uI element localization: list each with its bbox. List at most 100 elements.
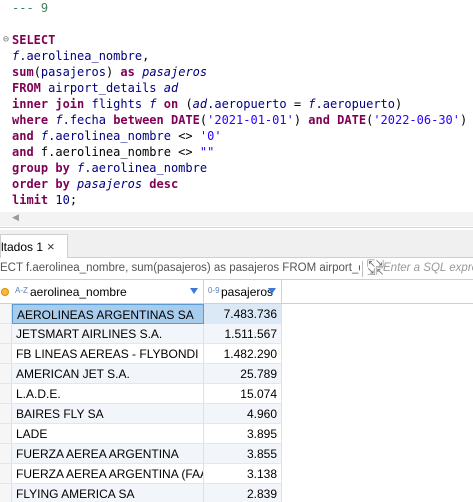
code-token: ( — [33, 65, 41, 79]
tab-results-1[interactable]: ltados 1 × — [0, 234, 68, 258]
code-line[interactable]: order by pasajeros desc — [0, 176, 473, 192]
code-token: airport_details — [48, 81, 157, 95]
code-token: .aerolinea_nombre — [19, 49, 143, 63]
sort-desc-icon[interactable] — [190, 288, 198, 294]
code-token: ad — [192, 97, 208, 111]
column-header-aerolinea-nombre[interactable]: A-Z aerolinea_nombre — [12, 280, 204, 304]
sql-filter-input[interactable]: Enter a SQL expre — [383, 262, 473, 274]
empty-grid-area — [282, 464, 473, 484]
code-token: ) — [105, 65, 121, 79]
row-header[interactable] — [0, 304, 12, 324]
collapse-icon[interactable]: ⊖ — [1, 32, 11, 48]
row-selector-icon[interactable] — [1, 288, 9, 296]
code-token: as — [120, 65, 135, 79]
cell-aerolinea-nombre[interactable]: FUERZA AEREA ARGENTINA — [12, 444, 204, 464]
cell-aerolinea-nombre[interactable]: FUERZA AEREA ARGENTINA (FAA) — [12, 464, 204, 484]
code-line[interactable]: where f.fecha between DATE('2021-01-01')… — [0, 112, 473, 128]
code-line[interactable]: --- 9 — [0, 0, 473, 16]
code-line[interactable]: sum(pasajeros) as pasajeros — [0, 64, 473, 80]
table-row[interactable]: FUERZA AEREA ARGENTINA (FAA) 3.138 — [0, 464, 473, 484]
row-header[interactable] — [0, 444, 12, 464]
row-header[interactable] — [0, 484, 12, 502]
cell-aerolinea-nombre[interactable]: BAIRES FLY SA — [12, 404, 204, 424]
empty-grid-area — [282, 364, 473, 384]
code-text: sum(pasajeros) as pasajeros — [12, 64, 207, 80]
code-line[interactable]: limit 10; — [0, 192, 473, 208]
code-line[interactable]: inner join flights f on (ad.aeropuerto =… — [0, 96, 473, 112]
code-token: ) — [293, 113, 309, 127]
code-text: f.aerolinea_nombre, — [12, 48, 149, 64]
row-header[interactable] — [0, 344, 12, 364]
cell-pasajeros[interactable]: 1.511.567 — [204, 324, 282, 344]
code-text: FROM airport_details ad — [12, 80, 178, 96]
code-line[interactable]: FROM airport_details ad — [0, 80, 473, 96]
cell-pasajeros[interactable]: 3.895 — [204, 424, 282, 444]
sort-desc-icon[interactable] — [268, 288, 276, 294]
grid-corner[interactable] — [0, 280, 12, 304]
cell-pasajeros[interactable]: 7.483.736 — [204, 304, 282, 324]
cell-pasajeros[interactable]: 2.839 — [204, 484, 282, 502]
code-token: = — [286, 97, 309, 111]
query-preview: ECT f.aerolinea_nombre, sum(pasajeros) a… — [0, 262, 360, 274]
empty-grid-area — [282, 444, 473, 464]
table-row[interactable]: FB LINEAS AEREAS - FLYBONDI 1.482.290 — [0, 344, 473, 364]
table-row[interactable]: FLYING AMERICA SA 2.839 — [0, 484, 473, 502]
code-line[interactable]: f.aerolinea_nombre, — [0, 48, 473, 64]
cell-pasajeros[interactable]: 1.482.290 — [204, 344, 282, 364]
editor-horizontal-scrollbar[interactable]: ◀ — [0, 212, 473, 226]
divider — [362, 261, 363, 277]
cell-pasajeros[interactable]: 3.855 — [204, 444, 282, 464]
cell-aerolinea-nombre[interactable]: JETSMART AIRLINES S.A. — [12, 324, 204, 344]
row-header[interactable] — [0, 464, 12, 484]
code-token: ) — [395, 97, 403, 111]
row-header[interactable] — [0, 364, 12, 384]
cell-aerolinea-nombre[interactable]: AEROLINEAS ARGENTINAS SA — [12, 304, 204, 324]
code-token: f.aerolinea_nombre <> — [33, 145, 200, 159]
row-header[interactable] — [0, 424, 12, 444]
cell-aerolinea-nombre[interactable]: L.A.D.E. — [12, 384, 204, 404]
code-token: "" — [199, 145, 215, 159]
cell-pasajeros[interactable]: 25.789 — [204, 364, 282, 384]
code-token: order by — [12, 177, 70, 191]
cell-aerolinea-nombre[interactable]: LADE — [12, 424, 204, 444]
code-token: , — [142, 49, 150, 63]
cell-pasajeros[interactable]: 15.074 — [204, 384, 282, 404]
table-row[interactable]: LADE 3.895 — [0, 424, 473, 444]
results-panel: ltados 1 × ECT f.aerolinea_nombre, sum(p… — [0, 230, 473, 502]
cell-pasajeros[interactable]: 3.138 — [204, 464, 282, 484]
close-tab-icon[interactable]: × — [47, 239, 55, 254]
cell-aerolinea-nombre[interactable]: AMERICAN JET S.A. — [12, 364, 204, 384]
code-token: on — [163, 97, 179, 111]
code-line[interactable]: group by f.aerolinea_nombre — [0, 160, 473, 176]
row-header[interactable] — [0, 384, 12, 404]
table-row[interactable]: AMERICAN JET S.A. 25.789 — [0, 364, 473, 384]
code-text: and f.aerolinea_nombre <> '0' — [12, 128, 222, 144]
code-line[interactable]: and f.aerolinea_nombre <> '0' — [0, 128, 473, 144]
results-tab-strip: ltados 1 × — [0, 230, 473, 258]
code-line[interactable]: and f.aerolinea_nombre <> "" — [0, 144, 473, 160]
row-header[interactable] — [0, 404, 12, 424]
table-row[interactable]: AEROLINEAS ARGENTINAS SA 7.483.736 — [0, 304, 473, 324]
results-grid[interactable]: A-Z aerolinea_nombre 0-9 pasajeros AEROL… — [0, 280, 473, 502]
code-token: and DATE — [308, 113, 367, 127]
code-token: desc — [149, 177, 179, 191]
table-row[interactable]: JETSMART AIRLINES S.A. 1.511.567 — [0, 324, 473, 344]
table-row[interactable]: FUERZA AEREA ARGENTINA 3.855 — [0, 444, 473, 464]
code-line[interactable]: ⊖ SELECT — [0, 32, 473, 48]
cell-aerolinea-nombre[interactable]: FLYING AMERICA SA — [12, 484, 204, 502]
expand-icon[interactable]: ⇱⇲ ⇲⇱ — [367, 260, 384, 278]
cell-aerolinea-nombre[interactable]: FB LINEAS AEREAS - FLYBONDI — [12, 344, 204, 364]
column-header-pasajeros[interactable]: 0-9 pasajeros — [204, 280, 282, 304]
column-label: aerolinea_nombre — [30, 285, 127, 299]
scroll-left-arrow-icon[interactable]: ◀ — [12, 213, 19, 223]
code-token: .aeropuerto — [207, 97, 287, 111]
table-row[interactable]: BAIRES FLY SA 4.960 — [0, 404, 473, 424]
code-line[interactable] — [0, 16, 473, 32]
code-token: f — [149, 97, 157, 111]
sql-editor[interactable]: --- 9 ⊖ SELECT f.aerolinea_nombre, sum(pasaj… — [0, 0, 473, 228]
cell-pasajeros[interactable]: 4.960 — [204, 404, 282, 424]
row-header[interactable] — [0, 324, 12, 344]
code-token: 10 — [55, 193, 70, 207]
table-row[interactable]: L.A.D.E. 15.074 — [0, 384, 473, 404]
